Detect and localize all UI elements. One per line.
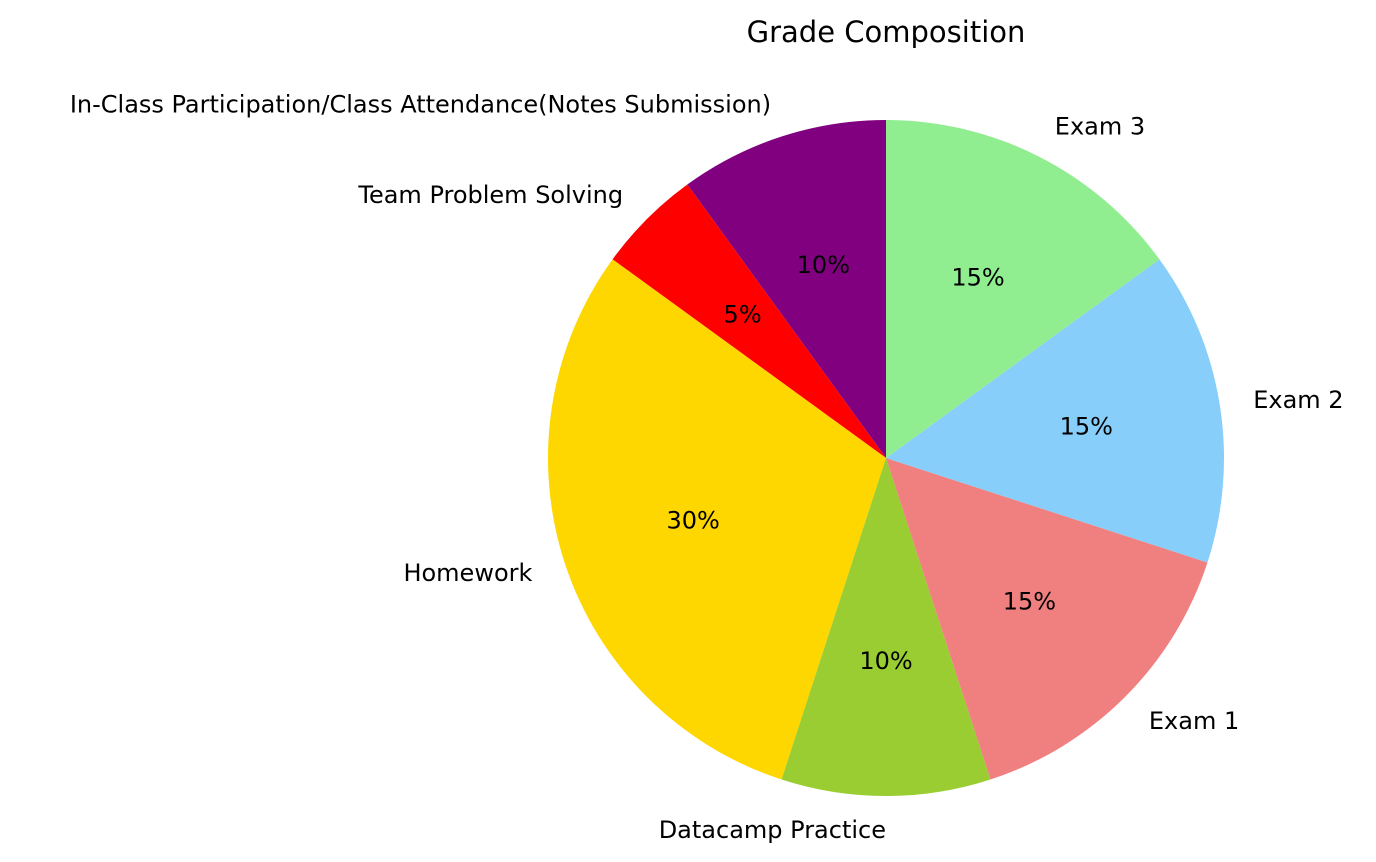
slice-label: In-Class Participation/Class Attendance(… [70,90,771,118]
chart-title: Grade Composition [747,15,1026,49]
slice-label: Datacamp Practice [659,816,886,844]
slice-label: Exam 3 [1055,113,1145,141]
percent-label: 15% [1003,587,1056,615]
slice-label: Homework [403,559,532,587]
pie-chart: Grade Composition 10% 5% 30% 10% 15% 15% 15% I… [70,15,1344,844]
percent-label: 15% [951,263,1004,291]
pie-slices [548,120,1224,796]
percent-label: 10% [859,647,912,675]
slice-label: Exam 1 [1149,707,1239,735]
percent-label: 10% [797,251,850,279]
percent-label: 30% [666,507,719,535]
percent-label: 5% [724,301,762,329]
slice-label: Exam 2 [1253,386,1343,414]
slice-label: Team Problem Solving [357,181,623,209]
percent-label: 15% [1060,412,1113,440]
